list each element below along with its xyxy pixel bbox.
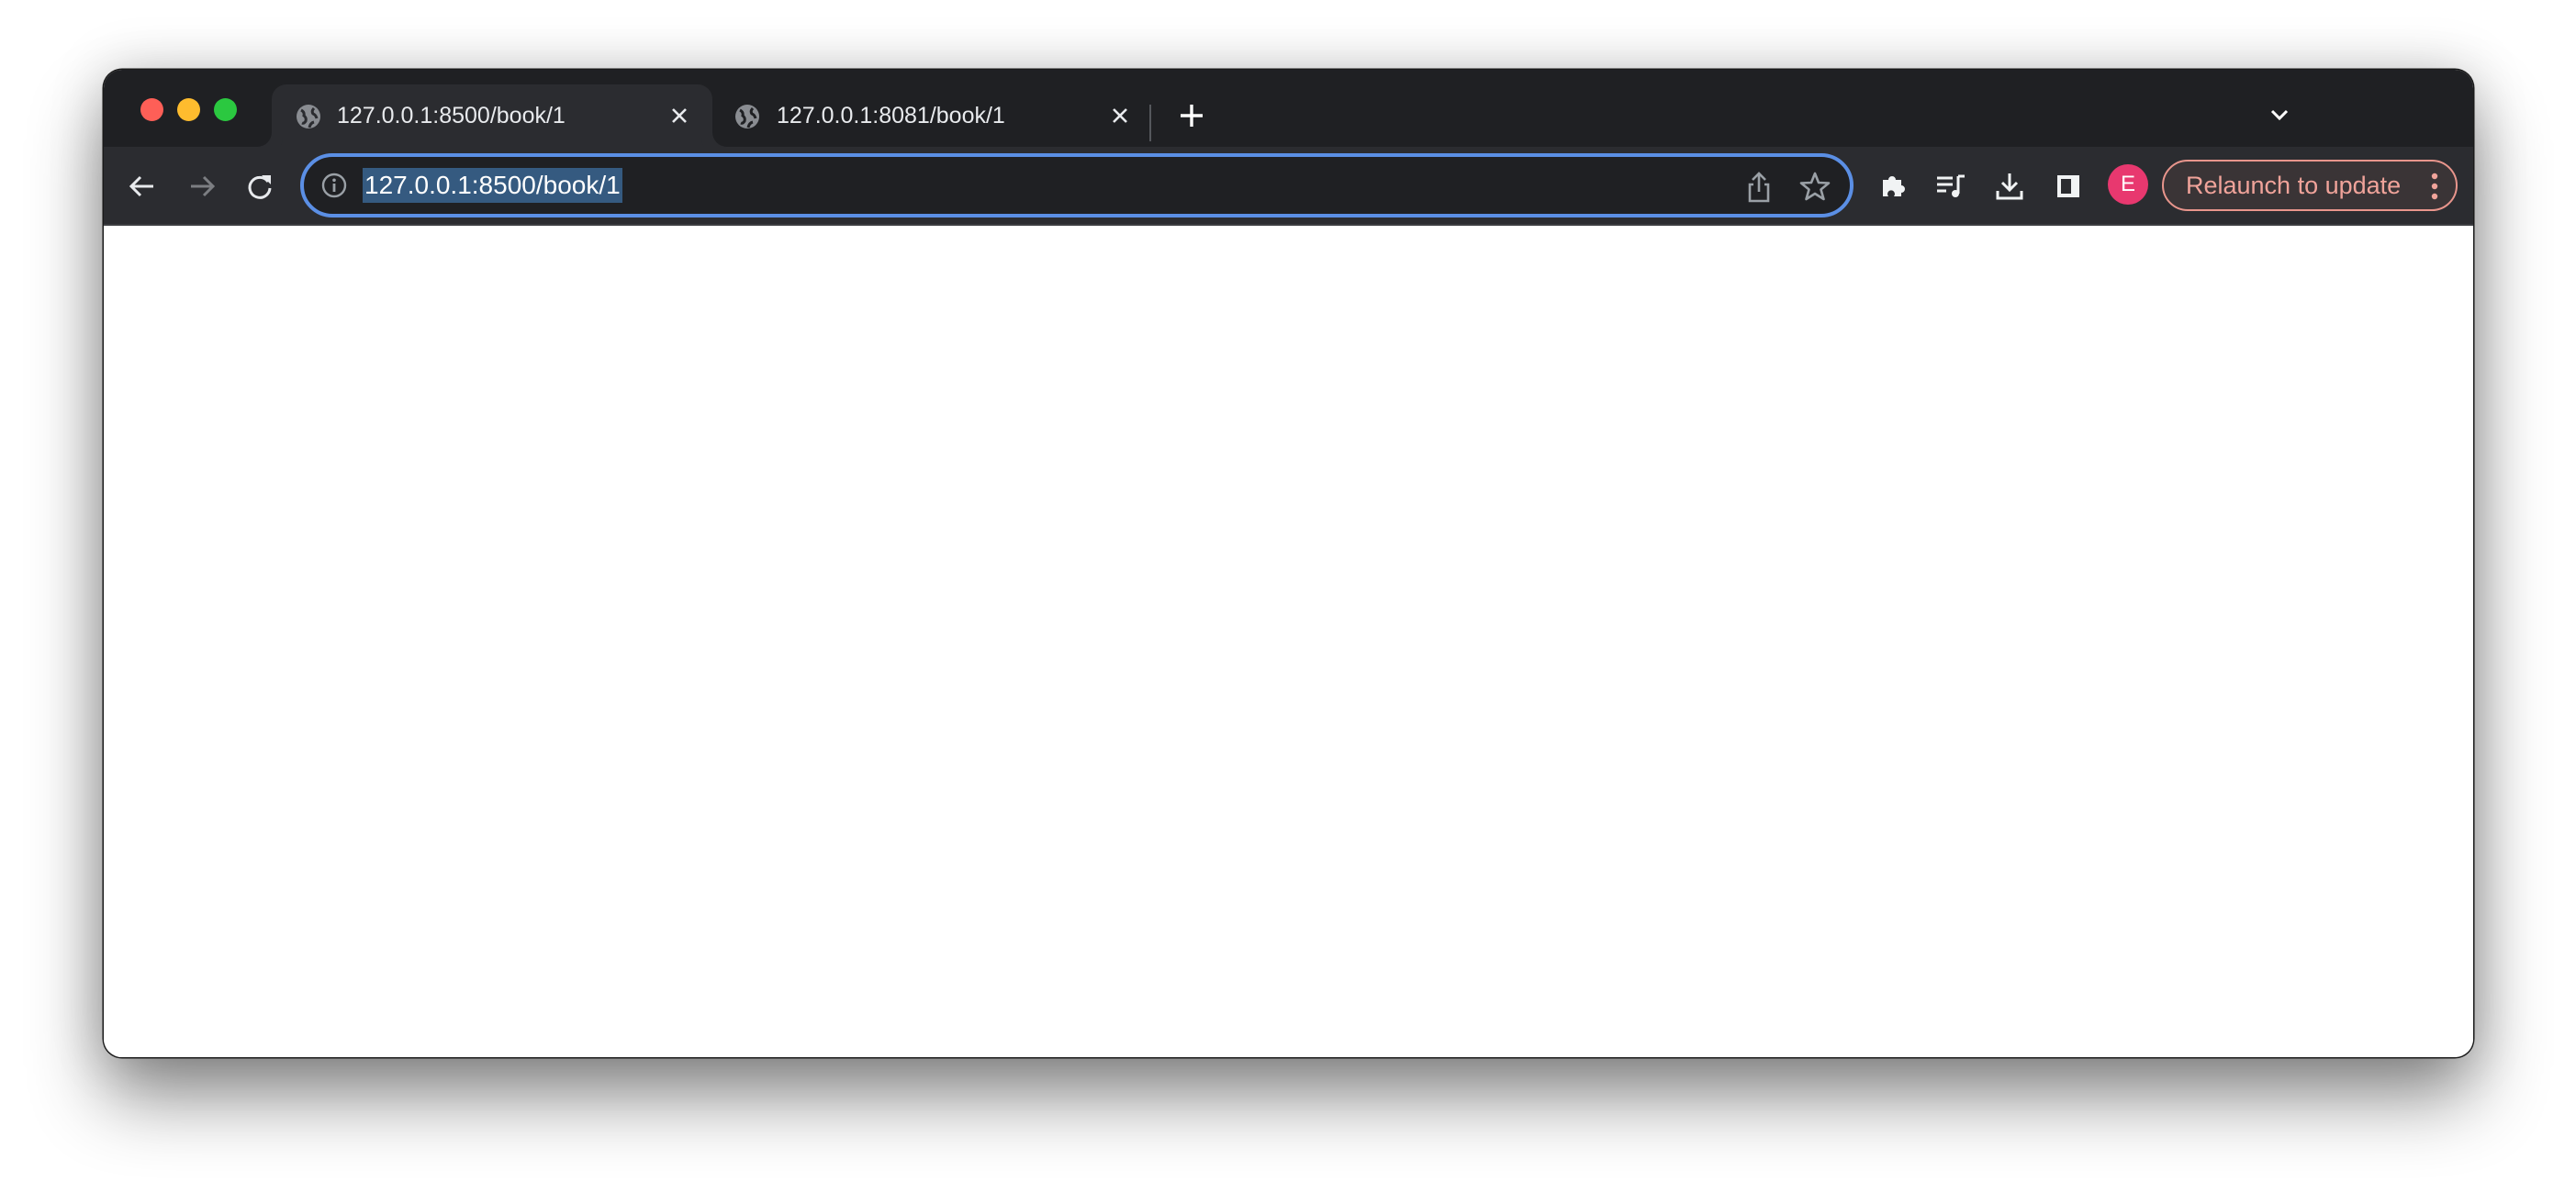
bookmark-star-icon[interactable] [1798, 170, 1831, 203]
chevron-down-icon [2270, 109, 2289, 121]
relaunch-label: Relaunch to update [2186, 171, 2402, 199]
tab-inactive[interactable]: 127.0.0.1:8081/book/1 [712, 84, 1153, 147]
globe-icon [734, 104, 760, 129]
tab-title: 127.0.0.1:8081/book/1 [777, 103, 1005, 128]
plus-icon [1181, 105, 1203, 127]
tab-title: 127.0.0.1:8500/book/1 [337, 103, 566, 128]
side-panel-icon [2057, 175, 2079, 197]
share-icon[interactable] [1743, 170, 1775, 205]
extensions-button[interactable] [1876, 170, 1910, 203]
new-tab-button[interactable] [1176, 100, 1207, 131]
forward-arrow-icon [191, 175, 216, 197]
queue-music-icon [1937, 174, 1965, 197]
close-icon[interactable] [666, 103, 692, 128]
back-arrow-icon [129, 175, 153, 197]
minimize-window-button[interactable] [177, 98, 200, 121]
profile-avatar[interactable]: E [2108, 164, 2148, 205]
address-bar[interactable]: 127.0.0.1:8500/book/1 [300, 153, 1854, 217]
downloads-button[interactable] [1993, 170, 2026, 203]
media-controls-button[interactable] [1934, 170, 1967, 203]
side-panel-button[interactable] [2052, 170, 2085, 203]
tab-active[interactable]: 127.0.0.1:8500/book/1 [272, 84, 712, 147]
maximize-window-button[interactable] [214, 98, 237, 121]
tab-search-button[interactable] [2266, 101, 2293, 128]
back-button[interactable] [126, 170, 159, 203]
page-content [104, 226, 2473, 1057]
tab-separator [1149, 105, 1151, 141]
toolbar: 127.0.0.1:8500/book/1 E Relaunch to upda… [104, 147, 2473, 226]
close-icon[interactable] [1107, 103, 1133, 128]
relaunch-to-update-button[interactable]: Relaunch to update [2162, 160, 2458, 211]
puzzle-icon [1883, 176, 1905, 196]
url-text[interactable]: 127.0.0.1:8500/book/1 [363, 168, 622, 203]
tab-strip: 127.0.0.1:8500/book/1 127.0.0.1:8081/boo… [104, 70, 2473, 147]
browser-window: 127.0.0.1:8500/book/1 127.0.0.1:8081/boo… [104, 70, 2473, 1057]
download-icon [1996, 173, 2023, 200]
kebab-menu-icon[interactable] [2430, 173, 2439, 200]
site-info-icon[interactable] [320, 172, 348, 199]
reload-icon [248, 175, 272, 199]
forward-button[interactable] [185, 170, 218, 203]
globe-icon [296, 104, 321, 129]
close-window-button[interactable] [140, 98, 163, 121]
reload-button[interactable] [243, 170, 276, 203]
